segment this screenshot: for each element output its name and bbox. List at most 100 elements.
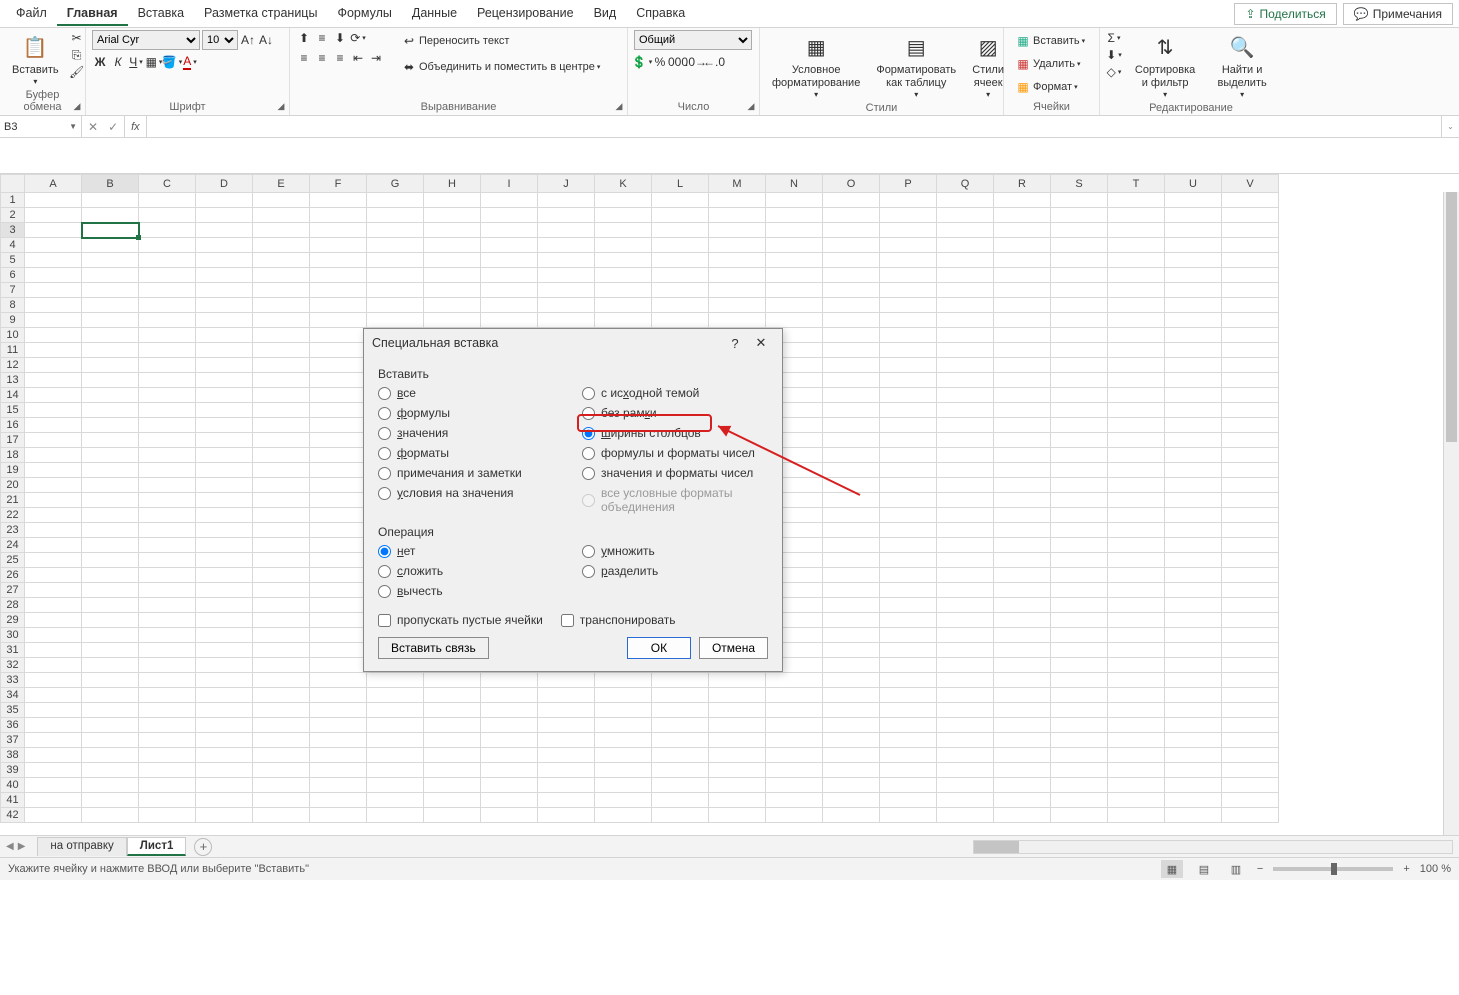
cell-P15[interactable] [880, 403, 937, 418]
cell-C41[interactable] [139, 793, 196, 808]
cell-V5[interactable] [1222, 253, 1279, 268]
cell-U37[interactable] [1165, 733, 1222, 748]
cell-T29[interactable] [1108, 613, 1165, 628]
cell-E38[interactable] [253, 748, 310, 763]
cell-S12[interactable] [1051, 358, 1108, 373]
cell-O27[interactable] [823, 583, 880, 598]
cell-R15[interactable] [994, 403, 1051, 418]
cell-C12[interactable] [139, 358, 196, 373]
cell-O14[interactable] [823, 388, 880, 403]
cell-N36[interactable] [766, 718, 823, 733]
cell-R11[interactable] [994, 343, 1051, 358]
cell-K6[interactable] [595, 268, 652, 283]
cell-T33[interactable] [1108, 673, 1165, 688]
cell-B22[interactable] [82, 508, 139, 523]
radio-formulas[interactable]: формулы [378, 405, 564, 421]
conditional-format-button[interactable]: ▦Условное форматирование▾ [766, 30, 866, 102]
cell-C20[interactable] [139, 478, 196, 493]
cell-A36[interactable] [25, 718, 82, 733]
col-header-A[interactable]: A [25, 175, 82, 193]
cell-J5[interactable] [538, 253, 595, 268]
cell-P27[interactable] [880, 583, 937, 598]
sort-filter-button[interactable]: ⇅Сортировка и фильтр▾ [1126, 30, 1204, 102]
cell-U28[interactable] [1165, 598, 1222, 613]
cell-Q37[interactable] [937, 733, 994, 748]
format-painter-button[interactable]: 🖌 [69, 64, 85, 80]
cell-U5[interactable] [1165, 253, 1222, 268]
cell-T17[interactable] [1108, 433, 1165, 448]
cell-L38[interactable] [652, 748, 709, 763]
add-sheet-button[interactable]: + [194, 838, 212, 856]
col-header-C[interactable]: C [139, 175, 196, 193]
cell-V3[interactable] [1222, 223, 1279, 238]
cell-Q32[interactable] [937, 658, 994, 673]
ok-button[interactable]: ОК [627, 637, 691, 659]
cell-U10[interactable] [1165, 328, 1222, 343]
cell-S42[interactable] [1051, 808, 1108, 823]
cell-G37[interactable] [367, 733, 424, 748]
cell-Q23[interactable] [937, 523, 994, 538]
menu-tab-Файл[interactable]: Файл [6, 2, 57, 26]
cell-D3[interactable] [196, 223, 253, 238]
cell-U7[interactable] [1165, 283, 1222, 298]
cell-A5[interactable] [25, 253, 82, 268]
cell-F2[interactable] [310, 208, 367, 223]
cell-D27[interactable] [196, 583, 253, 598]
row-header-5[interactable]: 5 [1, 253, 25, 268]
merge-center-button[interactable]: ⬌Объединить и поместить в центре▾ [396, 56, 605, 78]
sheet-nav-last[interactable]: ▶ [18, 841, 26, 852]
skip-blanks-checkbox[interactable]: пропускать пустые ячейки [378, 613, 543, 627]
cell-O19[interactable] [823, 463, 880, 478]
zoom-level[interactable]: 100 % [1420, 863, 1451, 875]
cell-D18[interactable] [196, 448, 253, 463]
radio-mul[interactable]: умножить [582, 543, 768, 559]
cell-P21[interactable] [880, 493, 937, 508]
cell-U2[interactable] [1165, 208, 1222, 223]
cell-C14[interactable] [139, 388, 196, 403]
cell-F18[interactable] [310, 448, 367, 463]
col-header-Q[interactable]: Q [937, 175, 994, 193]
cell-P9[interactable] [880, 313, 937, 328]
number-dialog-launcher[interactable]: ◢ [745, 101, 757, 113]
cell-P35[interactable] [880, 703, 937, 718]
cell-U21[interactable] [1165, 493, 1222, 508]
cell-V25[interactable] [1222, 553, 1279, 568]
cell-P34[interactable] [880, 688, 937, 703]
cell-D15[interactable] [196, 403, 253, 418]
transpose-checkbox[interactable]: транспонировать [561, 613, 676, 627]
cell-E9[interactable] [253, 313, 310, 328]
cell-O31[interactable] [823, 643, 880, 658]
cell-N40[interactable] [766, 778, 823, 793]
cell-O1[interactable] [823, 193, 880, 208]
cell-S27[interactable] [1051, 583, 1108, 598]
cell-D30[interactable] [196, 628, 253, 643]
cell-H34[interactable] [424, 688, 481, 703]
menu-tab-Вставка[interactable]: Вставка [128, 2, 194, 26]
cell-N38[interactable] [766, 748, 823, 763]
cell-S8[interactable] [1051, 298, 1108, 313]
cell-R12[interactable] [994, 358, 1051, 373]
cell-L3[interactable] [652, 223, 709, 238]
col-header-V[interactable]: V [1222, 175, 1279, 193]
cell-F9[interactable] [310, 313, 367, 328]
cell-C35[interactable] [139, 703, 196, 718]
cell-O22[interactable] [823, 508, 880, 523]
row-header-36[interactable]: 36 [1, 718, 25, 733]
cell-C25[interactable] [139, 553, 196, 568]
cell-H41[interactable] [424, 793, 481, 808]
cell-B19[interactable] [82, 463, 139, 478]
cell-E39[interactable] [253, 763, 310, 778]
borders-button[interactable]: ▦▾ [146, 54, 162, 70]
cell-Q21[interactable] [937, 493, 994, 508]
bold-button[interactable]: Ж [92, 54, 108, 70]
cell-T21[interactable] [1108, 493, 1165, 508]
cell-F13[interactable] [310, 373, 367, 388]
cell-B14[interactable] [82, 388, 139, 403]
cell-M38[interactable] [709, 748, 766, 763]
cell-S31[interactable] [1051, 643, 1108, 658]
cell-O9[interactable] [823, 313, 880, 328]
align-top-button[interactable]: ⬆ [296, 30, 312, 46]
cell-D33[interactable] [196, 673, 253, 688]
cell-D11[interactable] [196, 343, 253, 358]
cell-I41[interactable] [481, 793, 538, 808]
